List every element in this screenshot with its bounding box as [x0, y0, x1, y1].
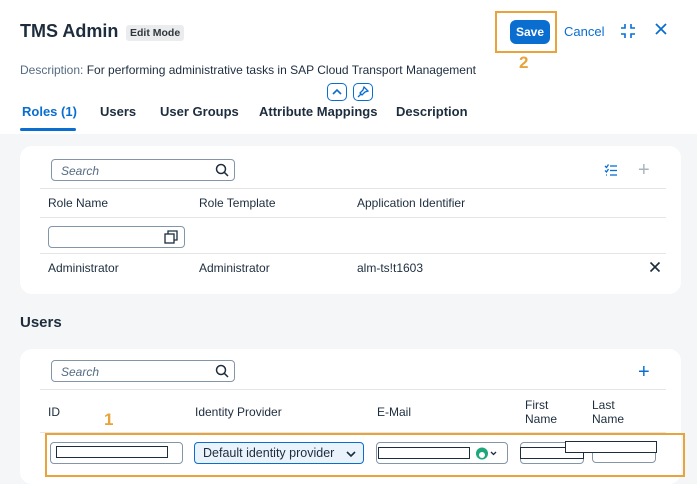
description-text: For performing administrative tasks in S…: [86, 63, 476, 77]
delete-row-close-icon[interactable]: [649, 260, 661, 277]
description-label: Description:: [20, 63, 84, 77]
page-title: TMS Admin: [20, 21, 119, 41]
redaction-box: [56, 446, 168, 458]
add-user-icon[interactable]: +: [638, 362, 650, 382]
divider: [40, 188, 666, 189]
users-search-input[interactable]: Search: [51, 360, 235, 382]
pin-icon: [357, 85, 370, 98]
divider: [40, 253, 666, 254]
role-name-cell: Administrator: [48, 261, 119, 275]
chevron-down-icon: [346, 451, 356, 458]
tab-user-groups[interactable]: User Groups: [160, 104, 239, 119]
role-template-cell: Administrator: [199, 261, 270, 275]
tab-attribute-mappings[interactable]: Attribute Mappings: [259, 104, 377, 119]
add-role-icon[interactable]: +: [638, 160, 650, 180]
column-header-role-name: Role Name: [48, 196, 109, 210]
edit-mode-badge: Edit Mode: [126, 25, 185, 41]
role-name-input[interactable]: [48, 226, 185, 248]
exit-fullscreen-icon[interactable]: [619, 22, 637, 40]
identity-provider-select[interactable]: Default identity provider: [194, 442, 364, 464]
column-header-email: E-Mail: [377, 405, 412, 419]
identity-provider-value: Default identity provider: [203, 446, 335, 460]
roles-search-input[interactable]: Search: [51, 159, 235, 181]
close-icon[interactable]: [654, 22, 670, 40]
pin-header-button[interactable]: [353, 83, 373, 101]
save-button[interactable]: Save: [510, 20, 550, 44]
column-header-identity-provider: Identity Provider: [195, 405, 282, 419]
autofill-avatar-icon[interactable]: [474, 446, 498, 461]
description-line: Description: For performing administrati…: [20, 63, 476, 77]
divider: [40, 389, 666, 390]
application-identifier-cell: alm-ts!t1603: [357, 261, 424, 275]
users-section-title: Users: [20, 314, 62, 331]
column-header-id: ID: [48, 405, 60, 419]
column-header-role-template: Role Template: [199, 196, 276, 210]
active-tab-indicator: [20, 128, 76, 131]
column-header-first-name: First Name: [525, 398, 558, 426]
search-icon[interactable]: [215, 364, 229, 378]
object-page-header: TMS Admin Edit Mode Save 2 Cancel Descri…: [0, 0, 697, 134]
tab-description[interactable]: Description: [396, 104, 468, 119]
divider: [40, 217, 666, 218]
column-header-last-name: Last Name: [592, 398, 625, 426]
collapse-header-button[interactable]: [327, 83, 347, 101]
callout-number-1: 1: [104, 410, 114, 429]
column-header-application-identifier: Application Identifier: [357, 196, 466, 210]
callout-number-2: 2: [519, 53, 529, 72]
tab-roles[interactable]: Roles (1): [22, 104, 77, 119]
redaction-box: [378, 447, 470, 459]
value-help-icon[interactable]: [164, 230, 178, 244]
search-placeholder: Search: [61, 365, 100, 379]
cancel-button[interactable]: Cancel: [564, 24, 604, 39]
tab-users[interactable]: Users: [100, 104, 136, 119]
search-placeholder: Search: [61, 164, 100, 178]
chevron-up-icon: [332, 88, 342, 95]
redaction-box: [565, 441, 657, 453]
search-icon[interactable]: [215, 163, 229, 177]
table-settings-icon[interactable]: [604, 163, 618, 177]
